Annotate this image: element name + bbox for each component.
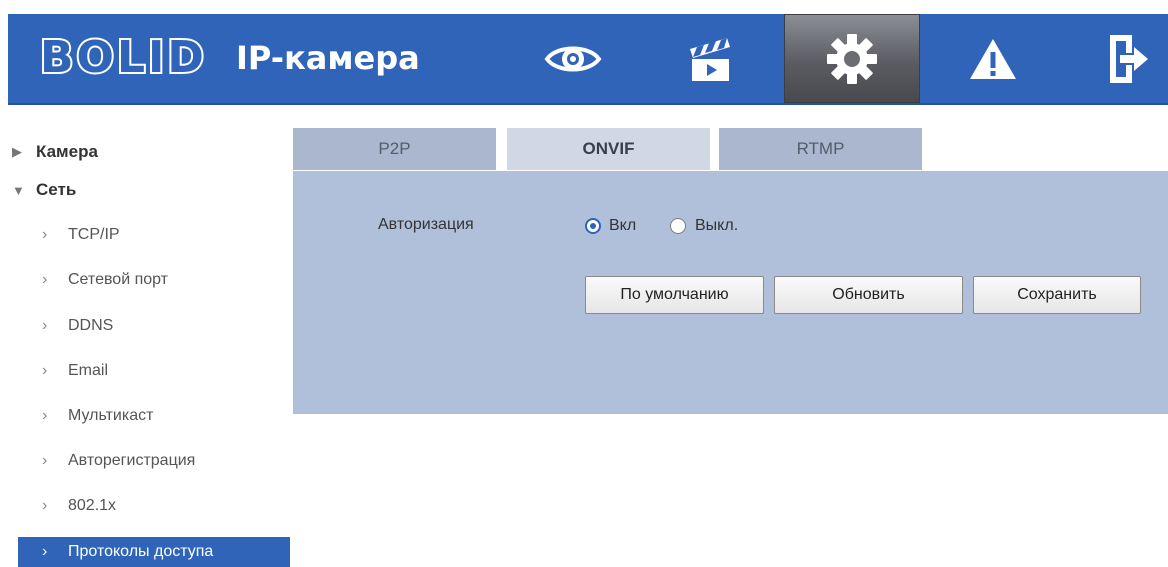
sidebar-item-label: Авторегистрация	[68, 452, 196, 469]
chevron-right-icon: ›	[42, 317, 48, 334]
app-title: IP-камера	[236, 39, 420, 77]
chevron-right-icon: ›	[42, 543, 48, 560]
sidebar-item-label: TCP/IP	[68, 226, 120, 243]
sidebar-item-label: Протоколы доступа	[68, 543, 214, 560]
logout-icon	[1110, 34, 1148, 83]
sidebar-item-8021x[interactable]: › 802.1x	[18, 491, 290, 521]
nav-settings-button[interactable]	[784, 14, 920, 103]
tab-rtmp[interactable]: RTMP	[719, 128, 922, 170]
chevron-right-icon: ›	[42, 226, 48, 243]
sidebar-item-label: Email	[68, 362, 109, 379]
sidebar-item-label: 802.1x	[68, 497, 117, 514]
warning-icon	[970, 38, 1016, 79]
logo-text: BOLID	[40, 32, 207, 81]
header-bar: BOLID IP-камера	[8, 14, 1168, 105]
sidebar-item-multicast[interactable]: › Мультикаст	[18, 401, 290, 431]
sidebar-group-label: Камера	[36, 142, 98, 161]
auth-on-label: Вкл	[609, 217, 637, 234]
eye-icon	[544, 46, 602, 71]
sidebar-item-label: Сетевой порт	[68, 271, 169, 288]
tab-label: P2P	[378, 139, 411, 158]
sidebar-item-email[interactable]: › Email	[18, 356, 290, 386]
sidebar-group-label: Сеть	[36, 180, 77, 199]
sidebar-item-access-protocols[interactable]: › Протоколы доступа	[18, 537, 290, 567]
bolid-logo-graphic: BOLID	[38, 30, 207, 85]
sidebar-group-network[interactable]: ▼ Сеть	[8, 175, 290, 205]
collapsed-triangle-icon: ▶	[12, 144, 22, 159]
tab-p2p[interactable]: P2P	[293, 128, 496, 170]
expanded-triangle-icon: ▼	[12, 182, 25, 198]
chevron-right-icon: ›	[42, 407, 48, 424]
tab-label: ONVIF	[582, 139, 635, 158]
default-button[interactable]: По умолчанию	[585, 276, 764, 314]
nav-live-view-button[interactable]	[505, 14, 641, 103]
sidebar-item-auto-register[interactable]: › Авторегистрация	[18, 446, 290, 476]
tab-onvif[interactable]: ONVIF	[507, 128, 710, 170]
sidebar-item-label: DDNS	[68, 317, 114, 334]
sidebar-group-camera[interactable]: ▶ Камера	[8, 137, 290, 167]
chevron-right-icon: ›	[42, 271, 48, 288]
nav-alarm-button[interactable]	[925, 14, 1061, 103]
refresh-button[interactable]: Обновить	[774, 276, 963, 314]
chevron-right-icon: ›	[42, 452, 48, 469]
auth-off-radio[interactable]	[670, 218, 686, 234]
sidebar-item-network-port[interactable]: › Сетевой порт	[18, 265, 290, 295]
chevron-right-icon: ›	[42, 497, 48, 514]
save-button[interactable]: Сохранить	[973, 276, 1141, 314]
nav-logout-button[interactable]	[1060, 14, 1168, 103]
auth-label: Авторизация	[378, 216, 474, 233]
auth-on-radio[interactable]	[585, 218, 601, 234]
chevron-right-icon: ›	[42, 362, 48, 379]
sidebar: ▶ Камера ▼ Сеть › TCP/IP › Сетевой порт …	[8, 124, 290, 567]
auth-off-label: Выкл.	[695, 217, 739, 234]
gear-icon	[827, 33, 877, 84]
bolid-logo: BOLID	[36, 30, 222, 85]
app-root: BOLID IP-камера ▶ Камера ▼ Сеть › TCP/IP…	[0, 0, 1168, 567]
nav-playback-button[interactable]	[642, 14, 778, 103]
sidebar-item-label: Мультикаст	[68, 407, 154, 424]
clapperboard-icon	[690, 37, 730, 81]
sidebar-item-ddns[interactable]: › DDNS	[18, 311, 290, 341]
sidebar-item-tcpip[interactable]: › TCP/IP	[18, 220, 290, 250]
tab-label: RTMP	[796, 139, 845, 158]
